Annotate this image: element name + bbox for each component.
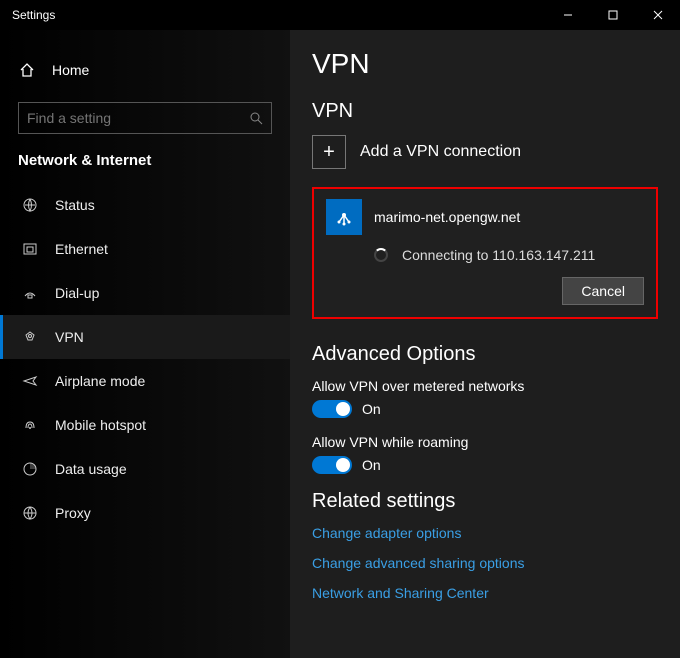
sidebar-item-label: Status bbox=[55, 197, 95, 213]
sidebar-item-label: Airplane mode bbox=[55, 373, 145, 389]
add-vpn-label: Add a VPN connection bbox=[360, 143, 521, 161]
plus-icon: + bbox=[312, 135, 346, 169]
sidebar-item-status[interactable]: Status bbox=[0, 183, 290, 227]
vpn-connection-card[interactable]: marimo-net.opengw.net Connecting to 110.… bbox=[312, 187, 658, 319]
related-settings-heading: Related settings bbox=[312, 490, 658, 513]
sidebar-item-vpn[interactable]: VPN bbox=[0, 315, 290, 359]
metered-toggle[interactable] bbox=[312, 400, 352, 418]
metered-toggle-state: On bbox=[362, 401, 381, 417]
spinner-icon bbox=[374, 248, 388, 262]
search-box[interactable] bbox=[18, 102, 272, 134]
sidebar-item-datausage[interactable]: Data usage bbox=[0, 447, 290, 491]
sidebar: Home Network & Internet Status Ethernet … bbox=[0, 30, 290, 658]
maximize-button[interactable] bbox=[590, 0, 635, 30]
sidebar-item-ethernet[interactable]: Ethernet bbox=[0, 227, 290, 271]
home-label: Home bbox=[52, 62, 89, 78]
home-nav[interactable]: Home bbox=[0, 50, 290, 90]
search-icon bbox=[249, 111, 263, 125]
sidebar-item-proxy[interactable]: Proxy bbox=[0, 491, 290, 535]
sidebar-item-airplane[interactable]: Airplane mode bbox=[0, 359, 290, 403]
hotspot-icon bbox=[21, 417, 39, 433]
metered-option-label: Allow VPN over metered networks bbox=[312, 378, 658, 394]
advanced-options-heading: Advanced Options bbox=[312, 343, 658, 366]
window-title: Settings bbox=[12, 8, 545, 22]
ethernet-icon bbox=[21, 241, 39, 257]
connection-name: marimo-net.opengw.net bbox=[374, 209, 520, 225]
sidebar-item-label: VPN bbox=[55, 329, 84, 345]
sidebar-item-label: Data usage bbox=[55, 461, 127, 477]
close-button[interactable] bbox=[635, 0, 680, 30]
link-network-center[interactable]: Network and Sharing Center bbox=[312, 585, 658, 601]
sidebar-item-label: Proxy bbox=[55, 505, 91, 521]
titlebar: Settings bbox=[0, 0, 680, 30]
add-vpn-button[interactable]: + Add a VPN connection bbox=[312, 135, 658, 169]
sidebar-item-label: Mobile hotspot bbox=[55, 417, 146, 433]
minimize-button[interactable] bbox=[545, 0, 590, 30]
vpn-connection-icon bbox=[326, 199, 362, 235]
link-sharing-options[interactable]: Change advanced sharing options bbox=[312, 555, 658, 571]
link-adapter-options[interactable]: Change adapter options bbox=[312, 525, 658, 541]
search-input[interactable] bbox=[27, 110, 249, 126]
sidebar-item-dialup[interactable]: Dial-up bbox=[0, 271, 290, 315]
cancel-button[interactable]: Cancel bbox=[562, 277, 644, 305]
home-icon bbox=[18, 62, 36, 78]
section-heading: VPN bbox=[312, 100, 658, 123]
sidebar-item-label: Ethernet bbox=[55, 241, 108, 257]
dialup-icon bbox=[21, 285, 39, 301]
sidebar-item-hotspot[interactable]: Mobile hotspot bbox=[0, 403, 290, 447]
connection-status: Connecting to 110.163.147.211 bbox=[402, 247, 595, 263]
vpn-icon bbox=[21, 329, 39, 345]
airplane-icon bbox=[21, 373, 39, 389]
roaming-toggle-state: On bbox=[362, 457, 381, 473]
data-usage-icon bbox=[21, 461, 39, 477]
category-title: Network & Internet bbox=[0, 150, 290, 183]
status-icon bbox=[21, 197, 39, 213]
proxy-icon bbox=[21, 505, 39, 521]
roaming-toggle[interactable] bbox=[312, 456, 352, 474]
main-content: VPN VPN + Add a VPN connection marimo-ne… bbox=[290, 30, 680, 658]
sidebar-item-label: Dial-up bbox=[55, 285, 99, 301]
page-heading: VPN bbox=[312, 48, 658, 80]
roaming-option-label: Allow VPN while roaming bbox=[312, 434, 658, 450]
